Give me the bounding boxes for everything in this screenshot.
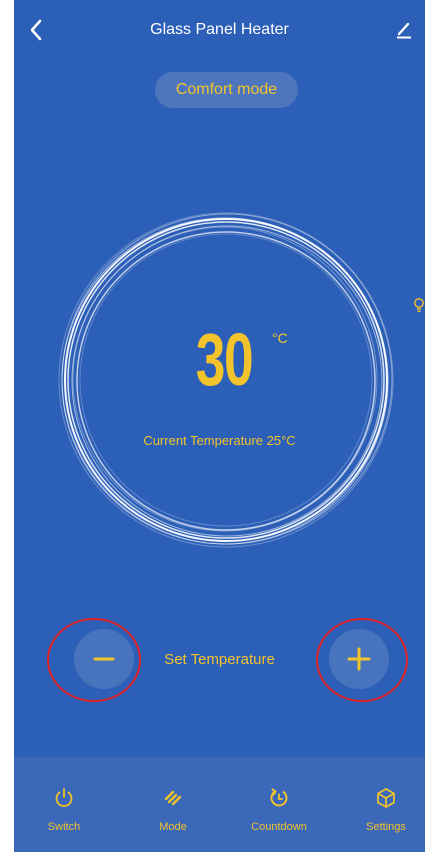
settings-icon: [377, 788, 395, 808]
temperature-unit: °C: [272, 330, 288, 346]
plus-icon: [347, 647, 371, 671]
current-temperature: Current Temperature 25°C: [143, 433, 296, 448]
increase-temperature-button[interactable]: [329, 629, 389, 689]
mode-pill[interactable]: Comfort mode: [155, 72, 298, 108]
pencil-icon: [397, 22, 411, 39]
tab-switch-label: Switch: [47, 821, 81, 833]
tab-settings[interactable]: Settings: [336, 785, 425, 833]
mode-icon: [164, 790, 182, 806]
heater-screen: Glass Panel Heater Comfort mode 30 °C Cu…: [14, 0, 425, 852]
tab-mode[interactable]: Mode: [123, 785, 223, 833]
light-bulb-icon[interactable]: [413, 297, 425, 313]
tab-countdown-label: Countdown: [251, 821, 307, 833]
bottom-tab-bar: Switch Mode Countdown Settings: [14, 757, 425, 852]
countdown-icon: [270, 788, 288, 807]
page-title: Glass Panel Heater: [150, 21, 289, 38]
power-icon: [55, 788, 73, 807]
tab-countdown[interactable]: Countdown: [229, 785, 329, 833]
set-temperature-value: 30: [195, 318, 254, 401]
edit-button[interactable]: [391, 17, 417, 43]
tab-mode-label: Mode: [159, 821, 187, 833]
tab-switch[interactable]: Switch: [14, 785, 114, 833]
tab-settings-label: Settings: [366, 821, 406, 833]
header: Glass Panel Heater: [14, 0, 425, 62]
